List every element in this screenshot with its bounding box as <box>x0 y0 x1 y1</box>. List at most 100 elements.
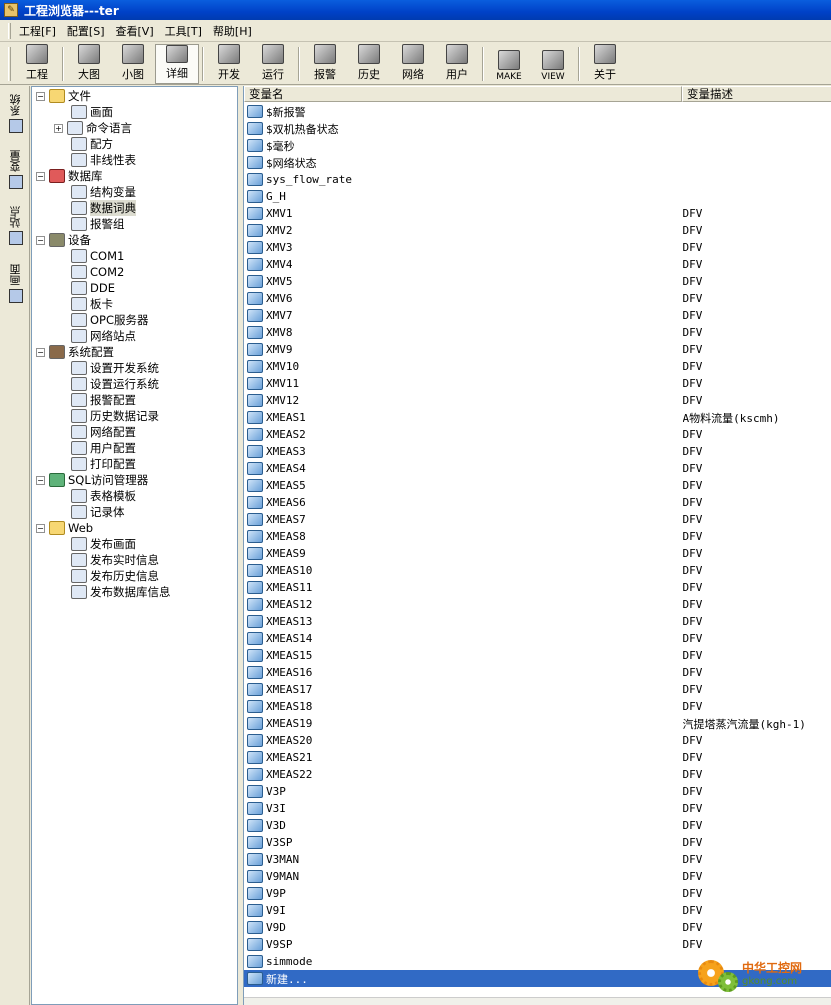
toolbar-button-17[interactable]: 关于 <box>583 44 627 84</box>
tree-item[interactable]: 发布画面 <box>54 536 136 552</box>
table-row[interactable]: G_H <box>244 188 831 205</box>
table-row[interactable]: $新报警 <box>244 103 831 120</box>
menu-config[interactable]: 配置[S] <box>63 21 109 41</box>
tree-expander[interactable]: − <box>36 523 45 533</box>
toolbar-button-7[interactable]: 运行 <box>251 44 295 84</box>
toolbar-button-15[interactable]: VIEW <box>531 44 575 84</box>
table-row[interactable]: XMEAS6 DFV <box>244 494 831 511</box>
tree-expander[interactable]: − <box>36 171 45 181</box>
table-row[interactable]: XMEAS17 DFV <box>244 681 831 698</box>
table-row[interactable]: XMV9 DFV <box>244 341 831 358</box>
table-row[interactable]: XMV1 DFV <box>244 205 831 222</box>
tree-item[interactable]: 网络站点 <box>54 328 136 344</box>
tree-expander[interactable]: − <box>36 91 45 101</box>
table-row[interactable]: XMEAS13 DFV <box>244 613 831 630</box>
table-row[interactable]: $网络状态 <box>244 154 831 171</box>
side-tab-3[interactable]: 画面 <box>6 264 26 303</box>
tree-item[interactable]: 非线性表 <box>54 152 136 168</box>
table-row[interactable]: V3MAN DFV <box>244 851 831 868</box>
table-row[interactable]: XMV4 DFV <box>244 256 831 273</box>
column-header-description[interactable]: 变量描述 <box>682 86 831 102</box>
toolbar-button-10[interactable]: 历史 <box>347 44 391 84</box>
table-row[interactable]: XMV8 DFV <box>244 324 831 341</box>
table-row[interactable]: XMEAS1 A物料流量(kscmh) <box>244 409 831 426</box>
tree-item[interactable]: 设置运行系统 <box>54 376 159 392</box>
tree-item[interactable]: − 设备 <box>36 232 91 248</box>
table-row[interactable]: XMEAS15 DFV <box>244 647 831 664</box>
table-row[interactable]: V9D DFV <box>244 919 831 936</box>
tree-item[interactable]: 表格模板 <box>54 488 136 504</box>
menu-tools[interactable]: 工具[T] <box>161 21 206 41</box>
table-row[interactable]: XMEAS21 DFV <box>244 749 831 766</box>
tree-item[interactable]: 网络配置 <box>54 424 136 440</box>
tree-item[interactable]: 记录体 <box>54 504 125 520</box>
tree-item[interactable]: 报警配置 <box>54 392 136 408</box>
tree-item[interactable]: 结构变量 <box>54 184 136 200</box>
table-row[interactable]: XMEAS5 DFV <box>244 477 831 494</box>
table-row[interactable]: XMEAS11 DFV <box>244 579 831 596</box>
tree-expander[interactable]: − <box>36 347 45 357</box>
table-row[interactable]: XMEAS7 DFV <box>244 511 831 528</box>
table-row[interactable]: V3P DFV <box>244 783 831 800</box>
table-row[interactable]: $双机热备状态 <box>244 120 831 137</box>
tree-item[interactable]: 历史数据记录 <box>54 408 159 424</box>
tree-item[interactable]: 数据词典 <box>54 200 136 216</box>
tree-item[interactable]: 画面 <box>54 104 113 120</box>
table-row[interactable]: XMEAS4 DFV <box>244 460 831 477</box>
table-row[interactable]: XMV11 DFV <box>244 375 831 392</box>
menu-help[interactable]: 帮助[H] <box>209 21 256 41</box>
table-row[interactable]: XMEAS22 DFV <box>244 766 831 783</box>
table-row[interactable]: XMEAS8 DFV <box>244 528 831 545</box>
variable-list[interactable]: 变量名 变量描述 $新报警 $双机热备状态 $毫秒 $网络状态 sys_flow_rat… <box>243 86 831 1005</box>
table-row[interactable]: XMEAS10 DFV <box>244 562 831 579</box>
tree-item[interactable]: 发布历史信息 <box>54 568 159 584</box>
table-row[interactable]: XMV3 DFV <box>244 239 831 256</box>
table-row[interactable]: XMV7 DFV <box>244 307 831 324</box>
toolbar-button-3[interactable]: 小图 <box>111 44 155 84</box>
side-tab-1[interactable]: 变量 <box>6 150 26 189</box>
table-row[interactable]: XMV5 DFV <box>244 273 831 290</box>
table-row[interactable]: XMEAS16 DFV <box>244 664 831 681</box>
table-row[interactable]: V3I DFV <box>244 800 831 817</box>
tree-item[interactable]: OPC服务器 <box>54 312 149 328</box>
table-row[interactable]: V3D DFV <box>244 817 831 834</box>
side-tab-0[interactable]: 系统 <box>6 94 26 133</box>
tree-item[interactable]: 发布实时信息 <box>54 552 159 568</box>
toolbar-button-11[interactable]: 网络 <box>391 44 435 84</box>
table-row[interactable]: V9MAN DFV <box>244 868 831 885</box>
menu-project[interactable]: 工程[F] <box>15 21 60 41</box>
toolbar-button-2[interactable]: 大图 <box>67 44 111 84</box>
tree-expander[interactable]: − <box>36 235 45 245</box>
toolbar-button-12[interactable]: 用户 <box>435 44 479 84</box>
table-row[interactable]: $毫秒 <box>244 137 831 154</box>
table-row[interactable]: XMEAS19 汽提塔蒸汽流量(kgh-1) <box>244 715 831 732</box>
column-header-name[interactable]: 变量名 <box>244 86 682 102</box>
table-row[interactable]: XMEAS3 DFV <box>244 443 831 460</box>
tree-item[interactable]: 用户配置 <box>54 440 136 456</box>
table-row[interactable]: V3SP DFV <box>244 834 831 851</box>
table-row[interactable]: V9P DFV <box>244 885 831 902</box>
table-row[interactable]: XMEAS20 DFV <box>244 732 831 749</box>
table-row[interactable]: XMV2 DFV <box>244 222 831 239</box>
tree-item[interactable]: DDE <box>54 280 115 296</box>
table-row[interactable]: sys_flow_rate <box>244 171 831 188</box>
table-row[interactable]: XMV12 DFV <box>244 392 831 409</box>
table-row[interactable]: XMEAS9 DFV <box>244 545 831 562</box>
table-row[interactable]: XMEAS12 DFV <box>244 596 831 613</box>
table-row[interactable]: XMEAS2 DFV <box>244 426 831 443</box>
tree-item[interactable]: 报警组 <box>54 216 125 232</box>
toolbar-button-14[interactable]: MAKE <box>487 44 531 84</box>
menu-view[interactable]: 查看[V] <box>112 21 158 41</box>
tree-item[interactable]: + 命令语言 <box>54 120 132 136</box>
toolbar-button-0[interactable]: 工程 <box>15 44 59 84</box>
table-row[interactable]: XMEAS14 DFV <box>244 630 831 647</box>
tree-item[interactable]: COM2 <box>54 264 124 280</box>
tree-item[interactable]: − SQL访问管理器 <box>36 472 148 488</box>
toolbar-button-6[interactable]: 开发 <box>207 44 251 84</box>
tree-item[interactable]: − Web <box>36 520 93 536</box>
side-tab-2[interactable]: 站点 <box>6 206 26 245</box>
toolbar-button-9[interactable]: 报警 <box>303 44 347 84</box>
tree-item[interactable]: 设置开发系统 <box>54 360 159 376</box>
tree-item[interactable]: 打印配置 <box>54 456 136 472</box>
tree-item[interactable]: 发布数据库信息 <box>54 584 171 600</box>
